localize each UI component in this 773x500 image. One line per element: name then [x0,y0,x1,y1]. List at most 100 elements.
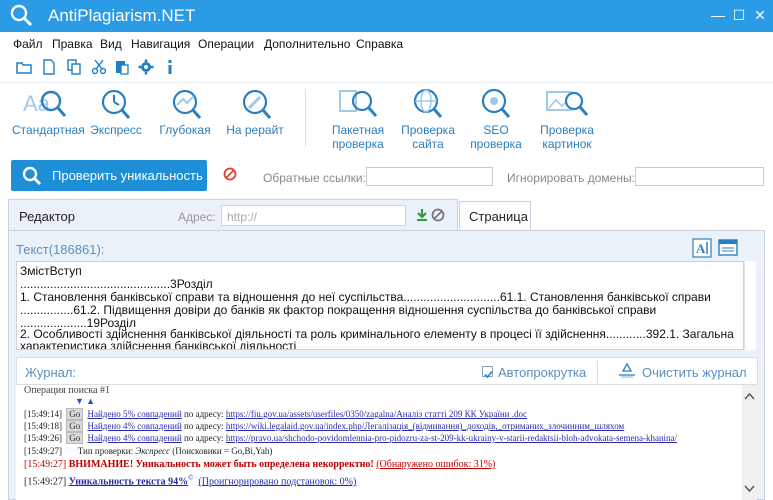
clear-journal-icon[interactable] [617,363,637,379]
found-link[interactable]: Найдено 4% совпадений [88,433,182,443]
settings-icon[interactable] [138,59,154,75]
seo-check-button[interactable]: SEO проверка [468,87,524,151]
maximize-button[interactable]: ☐ [731,7,747,23]
uniqueness-result-link[interactable]: Уникальность текста 94% [69,476,188,487]
autoscroll-checkbox[interactable] [482,366,493,379]
text-editor[interactable]: ЗмістВступ .............................… [16,261,744,350]
scroll-up-icon[interactable] [742,391,757,403]
found-link[interactable]: Найдено 5% совпадений [88,409,182,419]
clear-journal-button[interactable]: Очистить журнал [642,365,747,380]
text-line: 1. Становлення банківської справи та від… [20,290,711,304]
svg-text:Aa: Aa [23,91,51,116]
menu-file[interactable]: Файл [13,37,43,51]
autoscroll-label[interactable]: Автопрокрутка [498,365,586,380]
new-file-icon[interactable] [41,59,57,75]
info-icon[interactable] [162,59,178,75]
tab-page-label: Страница [469,209,528,224]
menu-help[interactable]: Справка [356,37,403,51]
download-icon[interactable] [415,208,429,222]
check-type-value: Экспресс [135,446,170,456]
ribbon-label-line2: проверка [332,137,384,151]
check-express-button[interactable]: Экспресс [90,87,142,137]
check-deep-button[interactable]: Глубокая [158,87,212,137]
scroll-down-icon[interactable] [742,483,757,495]
ribbon-label-line1: SEO [483,123,509,137]
close-button[interactable]: ✕ [752,7,768,23]
menu-bar: Файл Правка Вид Навигация Операции Допол… [0,32,773,54]
tab-editor[interactable]: Редактор Адрес: http:// [8,199,458,230]
log-entry: [15:49:18] Go Найдено 4% совпадений по а… [24,420,624,432]
text-scrollbar[interactable] [744,261,756,350]
found-link[interactable]: Найдено 4% совпадений [88,421,182,431]
text-line: ................61.2. Підвищення довіри … [20,303,657,317]
log-by: по адресу: [184,409,224,419]
globe-search-icon [413,88,443,118]
go-button[interactable]: Go [66,432,84,444]
title-bar: AntiPlagiarism.NET — ☐ ✕ [0,0,773,32]
ignore-domains-input[interactable] [635,167,764,186]
source-url-link[interactable]: https://wiki.legalaid.gov.ua/index.php/Л… [226,421,624,431]
batch-check-button[interactable]: Пакетная проверка [328,87,388,151]
log-time: [15:49:14] [24,409,62,419]
address-label: Адрес: [178,210,216,224]
journal-log[interactable]: Операция поиска #1 ▼ ▲ [15:49:14] Go Най… [16,385,742,500]
journal-header: Журнал: Автопрокрутка Очистить журнал [16,357,758,385]
ribbon-label-line2: сайта [412,137,444,151]
address-input[interactable]: http:// [221,205,406,226]
log-entry: [15:49:26] Go Найдено 4% совпадений по а… [24,432,677,444]
ribbon-label-line2: картинок [542,137,592,151]
check-type-entry: [15:49:27] Тип проверки: Экспресс (Поиск… [24,446,272,456]
check-uniqueness-button[interactable]: Проверить уникальность [11,160,207,191]
text-line: ........................................… [20,277,213,291]
log-entry: [15:49:14] Go Найдено 5% совпадений по а… [24,408,527,420]
menu-navigation[interactable]: Навигация [131,37,190,51]
text-format-icon[interactable]: A [692,238,712,258]
cut-icon[interactable] [91,59,107,75]
tab-editor-label: Редактор [19,209,75,224]
ribbon: Aa Стандартная Экспресс Глубокая На рера… [0,82,773,152]
minimize-button[interactable]: — [710,7,726,23]
open-folder-icon[interactable] [16,59,32,75]
text-search-icon: Aa [23,90,67,117]
journal-scrollbar[interactable] [742,385,757,500]
expand-collapse-arrows[interactable]: ▼ ▲ [75,396,95,406]
log-time: [15:49:27] [24,476,67,488]
warning-entry: [15:49:27] ВНИМАНИЕ! Уникальность может … [24,459,495,470]
image-check-button[interactable]: Проверка картинок [536,87,598,151]
ribbon-label-line1: Проверка [540,123,594,137]
ignored-substitutions-link[interactable]: (Проигнорировано подстановок: 0%) [198,476,356,487]
check-icon [484,370,493,379]
source-url-link[interactable]: https://fiu.gov.ua/assets/userfiles/0350… [226,409,527,419]
journal-label: Журнал: [25,365,77,380]
go-button[interactable]: Go [66,420,84,432]
deep-search-icon [172,89,202,119]
go-button[interactable]: Go [66,408,84,420]
copy-icon[interactable] [66,59,82,75]
clock-search-icon [101,89,131,119]
site-check-button[interactable]: Проверка сайта [400,87,456,151]
journal-divider [597,361,598,383]
backlinks-input[interactable] [366,167,493,186]
ribbon-label: На рерайт [226,123,284,137]
source-url-link[interactable]: https://pravo.ua/shchodo-povidomlennia-p… [226,433,677,443]
paste-icon[interactable] [114,59,130,75]
seo-search-icon [481,88,511,118]
app-logo-icon [10,4,33,27]
quick-toolbar [0,54,773,80]
check-rewrite-button[interactable]: На рерайт [225,87,285,137]
stop-icon[interactable] [223,167,237,181]
check-standard-button[interactable]: Aa Стандартная [12,87,85,137]
ribbon-label: Экспресс [90,123,142,137]
tab-page[interactable]: Страница [459,201,531,230]
batch-search-icon [339,90,378,117]
menu-extra[interactable]: Дополнительно [264,37,350,51]
menu-edit[interactable]: Правка [52,37,93,51]
error-rate-link[interactable]: (Обнаружено ошибок: 31%) [376,459,495,470]
window-view-icon[interactable] [718,239,738,257]
cancel-icon[interactable] [431,208,445,222]
menu-view[interactable]: Вид [100,37,122,51]
address-placeholder: http:// [227,210,258,224]
log-time: [15:49:18] [24,421,62,431]
log-by: по адресу: [184,421,224,431]
menu-operations[interactable]: Операции [198,37,254,51]
